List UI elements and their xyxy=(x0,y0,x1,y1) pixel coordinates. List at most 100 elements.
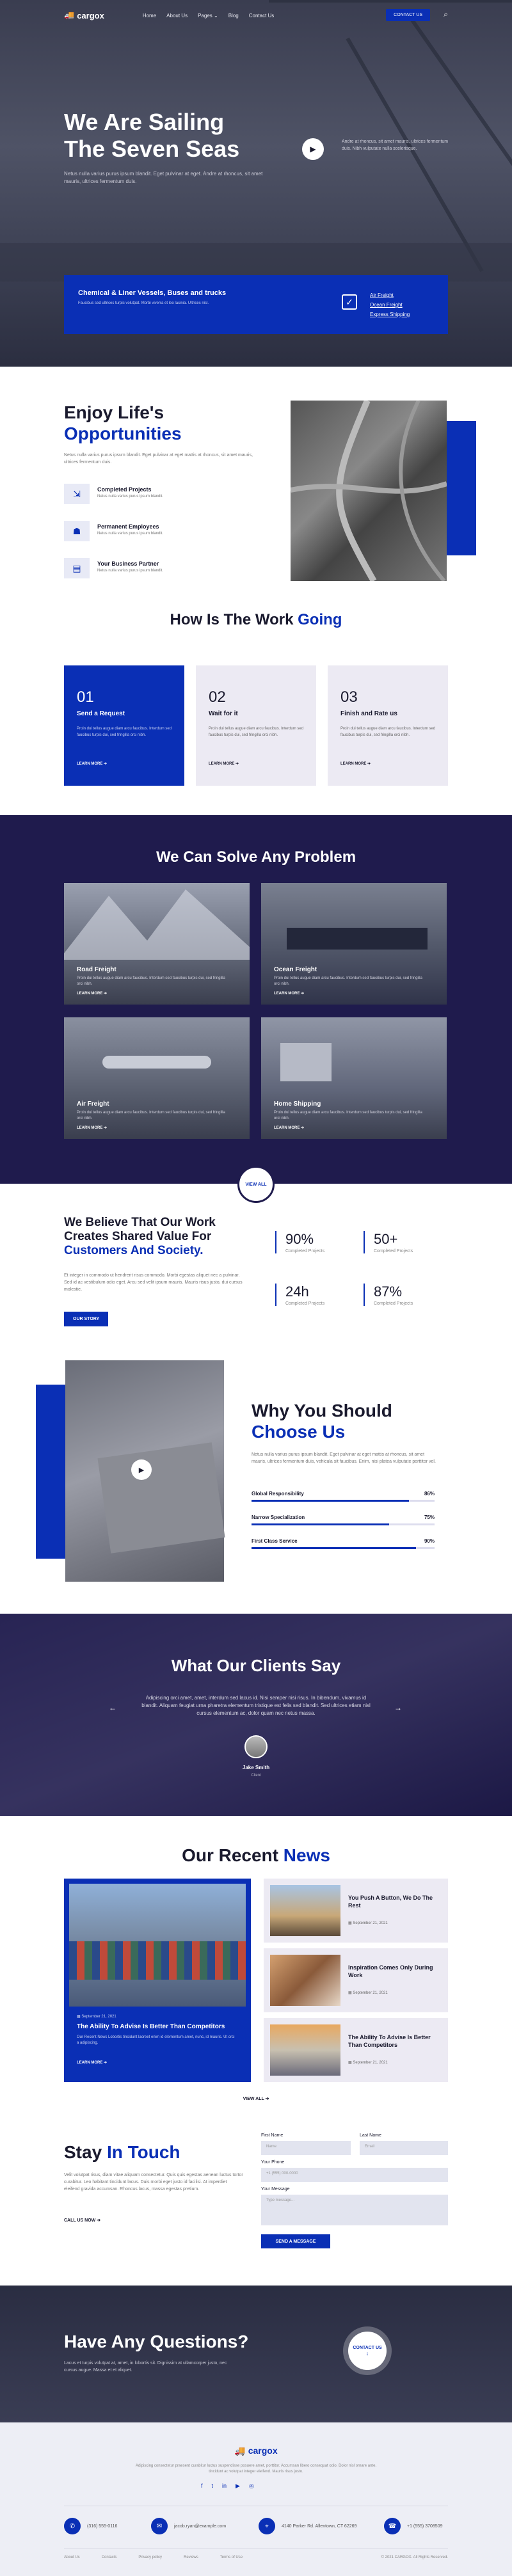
footer-logo[interactable]: 🚚 cargox xyxy=(0,2445,512,2456)
learn-more-link[interactable]: LEARN MORE ➔ xyxy=(340,761,371,766)
learn-more-link[interactable]: LEARN MORE ➔ xyxy=(77,761,107,766)
news-item[interactable]: The Ability To Advise Is Better Than Com… xyxy=(264,2018,448,2082)
footer-link[interactable]: Terms of Use xyxy=(220,2556,243,2559)
play-icon: ▶ xyxy=(138,1466,145,1474)
banner-text: Faucibus sed ultrices turpis volutpat. M… xyxy=(78,301,209,305)
link-express-shipping[interactable]: Express Shipping xyxy=(370,310,410,319)
service-tile[interactable]: Air Freight Proin dui tellus augue diam a… xyxy=(64,1017,250,1139)
highway-drawing xyxy=(290,399,448,583)
brand-logo[interactable]: 🚚 cargox xyxy=(64,10,104,20)
contact-us-button[interactable]: CONTACT US xyxy=(386,9,430,21)
nav-link-pages[interactable]: Pages ⌄ xyxy=(198,13,218,19)
view-all-button[interactable]: VIEW ALL xyxy=(237,1166,275,1203)
contact-us-circle-button[interactable]: CONTACT US ↓ xyxy=(348,2332,387,2370)
learn-more-link[interactable]: LEARN MORE ➔ xyxy=(77,2060,107,2065)
progress-bar: Global Responsibility 86% xyxy=(252,1491,435,1502)
arrow-down-icon: ↓ xyxy=(365,2349,369,2357)
arrow-right-icon[interactable]: → xyxy=(394,1703,402,1712)
people-icon: ☗ xyxy=(64,521,90,541)
search-icon[interactable]: ⌕ xyxy=(444,10,448,19)
featured-news-card[interactable]: ▦ September 21, 2021 The Ability To Advi… xyxy=(64,1879,251,2082)
contact-phone[interactable]: ✆ (316) 555-0116 xyxy=(64,2518,117,2534)
value-text: Et integer in commodo ut hendrerit risus… xyxy=(64,1273,243,1292)
message-label: Your Message xyxy=(261,2187,290,2191)
checkmark-icon: ✓ xyxy=(342,294,357,310)
accent-block xyxy=(447,421,476,555)
truck-icon: 🚚 xyxy=(64,10,75,20)
nav-link-contact[interactable]: Contact Us xyxy=(249,13,275,19)
enjoy-title: Enjoy Life's Opportunities xyxy=(64,402,182,443)
link-air-freight[interactable]: Air Freight xyxy=(370,290,410,300)
youtube-icon[interactable]: ▶ xyxy=(236,2483,240,2490)
calendar-icon: ▦ xyxy=(77,2015,81,2019)
last-name-label: Last Name xyxy=(360,2133,381,2138)
news-excerpt: Our Recent News Lobortis tincidunt laore… xyxy=(77,2035,235,2045)
social-links: f t in ▶ ◎ xyxy=(201,2483,254,2490)
play-video-button[interactable]: ▶ xyxy=(131,1459,152,1480)
learn-more-link[interactable]: LEARN MORE ➔ xyxy=(274,991,428,996)
work-card[interactable]: 02 Wait for it Proin dui tellus augue di… xyxy=(196,665,316,786)
hero-section: 🚚 cargox Home About Us Pages ⌄ Blog Cont… xyxy=(0,0,512,367)
contact-fax: ☎ +1 (555) 3708509 xyxy=(384,2518,442,2534)
phone-field[interactable]: +1 (555) 000-0000 xyxy=(261,2168,448,2182)
progress-bar: First Class Service 90% xyxy=(252,1538,435,1549)
client-name: Jake Smith xyxy=(242,1765,270,1770)
clients-title: What Our Clients Say xyxy=(171,1656,341,1675)
nav-link-home[interactable]: Home xyxy=(143,13,156,19)
twitter-icon[interactable]: t xyxy=(212,2483,214,2490)
view-all-news-link[interactable]: VIEW ALL ➔ xyxy=(0,2096,512,2101)
learn-more-link[interactable]: LEARN MORE ➔ xyxy=(209,761,239,766)
news-image xyxy=(69,1884,246,2007)
calendar-icon: ▦ xyxy=(348,1921,352,1925)
footer-bottom-links: About Us Contacts Privacy policy Reviews… xyxy=(64,2556,243,2559)
link-ocean-freight[interactable]: Ocean Freight xyxy=(370,300,410,310)
nav-link-about[interactable]: About Us xyxy=(166,13,188,19)
banner-links: Air Freight Ocean Freight Express Shippi… xyxy=(370,290,410,319)
news-item[interactable]: Inspiration Comes Only During Work ▦ Sep… xyxy=(264,1948,448,2012)
client-role: Client xyxy=(251,1774,261,1777)
facebook-icon[interactable]: f xyxy=(201,2483,203,2490)
learn-more-link[interactable]: LEARN MORE ➔ xyxy=(77,1125,230,1130)
footer-link[interactable]: Reviews xyxy=(184,2556,198,2559)
box-shape xyxy=(97,1442,225,1554)
stat-item: 50+ Completed Projects xyxy=(364,1231,413,1253)
footer: 🚚 cargox Adipiscing consectetur praesent… xyxy=(0,2422,512,2576)
service-tile[interactable]: Road Freight Proin dui tellus augue diam … xyxy=(64,883,250,1005)
arrow-left-icon[interactable]: ← xyxy=(109,1703,116,1712)
feature-item: ⇲ Completed Projects Netus nulla varius p… xyxy=(64,484,163,504)
value-title: We Believe That Our Work Creates Shared … xyxy=(64,1216,216,1257)
contact-email[interactable]: ✉ jacob.ryan@example.com xyxy=(151,2518,226,2534)
footer-link[interactable]: Contacts xyxy=(102,2556,117,2559)
first-name-field[interactable]: Name xyxy=(261,2141,351,2155)
message-field[interactable]: Type message... xyxy=(261,2195,448,2225)
news-item[interactable]: You Push A Button, We Do The Rest ▦ Sept… xyxy=(264,1879,448,1943)
chart-icon: ⇲ xyxy=(64,484,90,504)
send-message-button[interactable]: SEND A MESSAGE xyxy=(261,2234,330,2248)
learn-more-link[interactable]: LEARN MORE ➔ xyxy=(274,1125,428,1130)
service-tile[interactable]: Home Shipping Proin dui tellus augue diam… xyxy=(261,1017,447,1139)
footer-link[interactable]: Privacy policy xyxy=(138,2556,162,2559)
phone-icon: ✆ xyxy=(64,2518,81,2534)
last-name-field[interactable]: Email xyxy=(360,2141,448,2155)
feature-item: ▤ Your Business Partner Netus nulla variu… xyxy=(64,558,163,578)
service-tile[interactable]: Ocean Freight Proin dui tellus augue diam… xyxy=(261,883,447,1005)
instagram-icon[interactable]: ◎ xyxy=(249,2483,254,2490)
news-date: ▦ September 21, 2021 xyxy=(77,2015,116,2019)
solve-title: We Can Solve Any Problem xyxy=(156,848,356,866)
nav-link-blog[interactable]: Blog xyxy=(228,13,239,19)
avatar xyxy=(244,1735,268,1758)
work-card[interactable]: 01 Send a Request Proin dui tellus augue… xyxy=(64,665,184,786)
top-nav: 🚚 cargox Home About Us Pages ⌄ Blog Cont… xyxy=(64,8,448,23)
linkedin-icon[interactable]: in xyxy=(222,2483,227,2490)
play-video-button[interactable]: ▶ xyxy=(302,138,324,160)
worker-image: ▶ xyxy=(65,1360,225,1582)
truck-icon: 🚚 xyxy=(234,2445,246,2456)
touch-text: Velit volutpat risus, diam vitae aliquam… xyxy=(64,2173,243,2191)
services-banner: Chemical & Liner Vessels, Buses and truc… xyxy=(64,275,448,334)
airplane-shape xyxy=(102,1056,211,1069)
learn-more-link[interactable]: LEARN MORE ➔ xyxy=(77,991,230,996)
our-story-button[interactable]: OUR STORY xyxy=(64,1312,109,1326)
call-us-link[interactable]: CALL US NOW ➔ xyxy=(64,2218,100,2223)
work-card[interactable]: 03 Finish and Rate us Proin dui tellus a… xyxy=(328,665,448,786)
footer-link[interactable]: About Us xyxy=(64,2556,80,2559)
